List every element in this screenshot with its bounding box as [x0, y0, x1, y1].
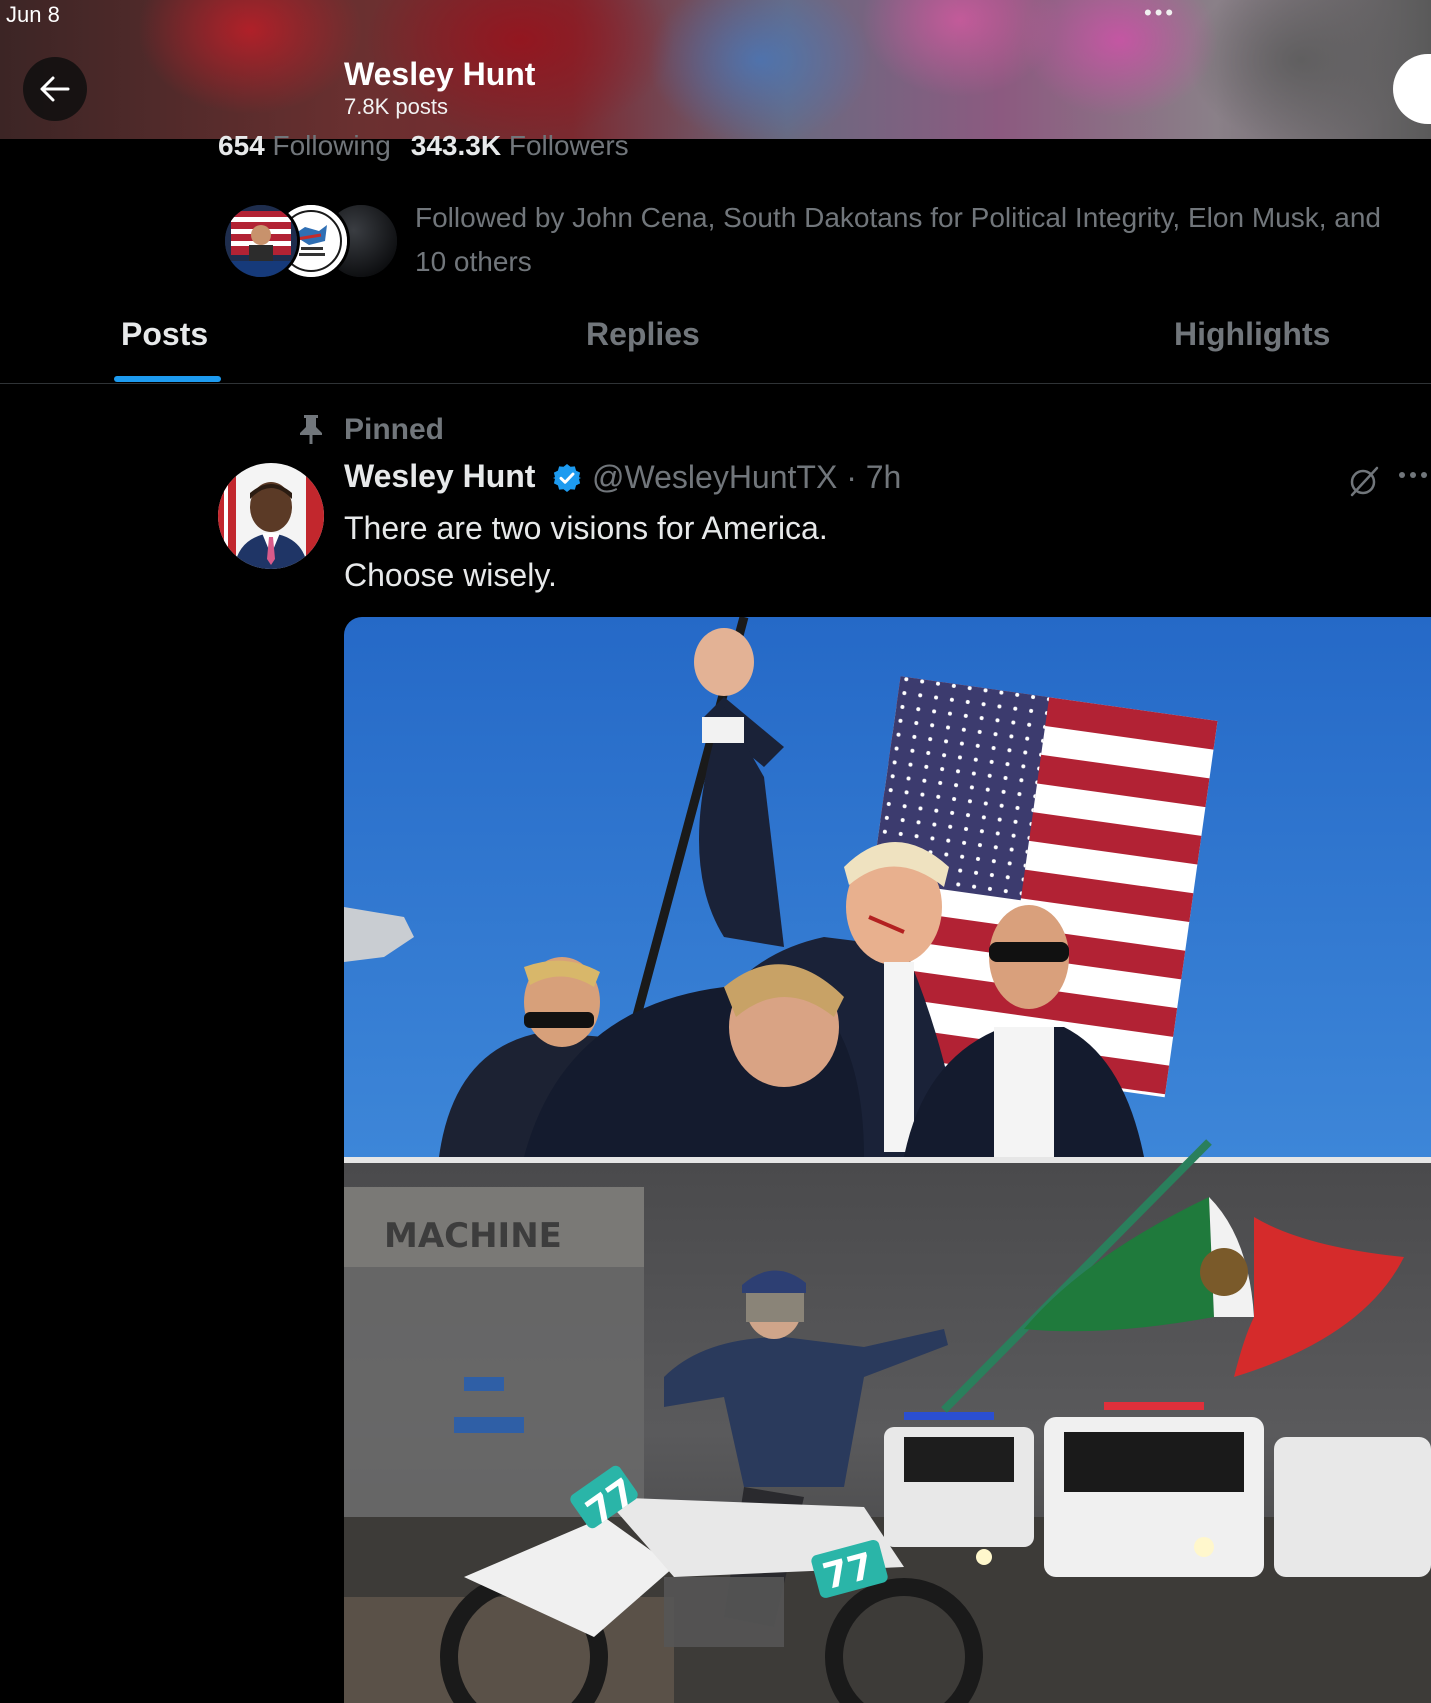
- followers-label: Followers: [508, 130, 629, 161]
- grok-icon[interactable]: [1348, 465, 1380, 497]
- followed-by-avatars[interactable]: [222, 202, 402, 282]
- profile-banner: Jun 8 ••• Wesley Hunt 7.8K posts: [0, 0, 1431, 139]
- tab-posts[interactable]: Posts: [121, 316, 208, 353]
- status-date: Jun 8: [6, 2, 60, 27]
- active-tab-indicator: [114, 376, 221, 382]
- pinned-label: Pinned: [344, 413, 445, 446]
- verified-badge-icon: [553, 464, 581, 492]
- header-posts-count: 7.8K posts: [344, 94, 448, 119]
- follow-counts: 654 Following 343.3K Followers: [218, 130, 629, 162]
- back-arrow-icon: [40, 76, 70, 102]
- tab-highlights[interactable]: Highlights: [1174, 316, 1330, 353]
- following-label: Following: [272, 130, 391, 161]
- follower-avatar: [222, 202, 300, 280]
- media-image-top: [344, 617, 1431, 1159]
- header-title: Wesley Hunt: [344, 56, 536, 92]
- multitask-dots-icon[interactable]: •••: [1144, 0, 1176, 26]
- post-text: There are two visions for America. Choos…: [344, 505, 828, 599]
- followers-link[interactable]: 343.3K Followers: [411, 130, 629, 161]
- followed-by-text[interactable]: Followed by John Cena, South Dakotans fo…: [415, 196, 1415, 284]
- followers-count: 343.3K: [410, 130, 502, 161]
- back-button[interactable]: [23, 57, 87, 121]
- post-author-name[interactable]: Wesley Hunt: [344, 458, 535, 495]
- svg-text:MACHINE: MACHINE: [384, 1216, 562, 1256]
- more-icon[interactable]: [1398, 470, 1428, 480]
- following-link[interactable]: 654 Following: [218, 130, 391, 161]
- follow-button[interactable]: [1393, 54, 1431, 124]
- author-avatar[interactable]: [218, 463, 324, 569]
- tab-replies[interactable]: Replies: [586, 316, 700, 353]
- post-text-line: Choose wisely.: [344, 557, 557, 593]
- pin-icon: [300, 415, 322, 444]
- post-text-line: There are two visions for America.: [344, 510, 828, 546]
- post-media[interactable]: MACHINE 77 77: [344, 617, 1431, 1703]
- media-divider: [344, 1157, 1431, 1163]
- profile-tabs: Posts Replies Highlights: [0, 300, 1431, 384]
- following-count: 654: [218, 130, 265, 161]
- media-image-bottom: MACHINE 77 77: [344, 1139, 1431, 1703]
- post-handle-time[interactable]: @WesleyHuntTX · 7h: [592, 459, 901, 496]
